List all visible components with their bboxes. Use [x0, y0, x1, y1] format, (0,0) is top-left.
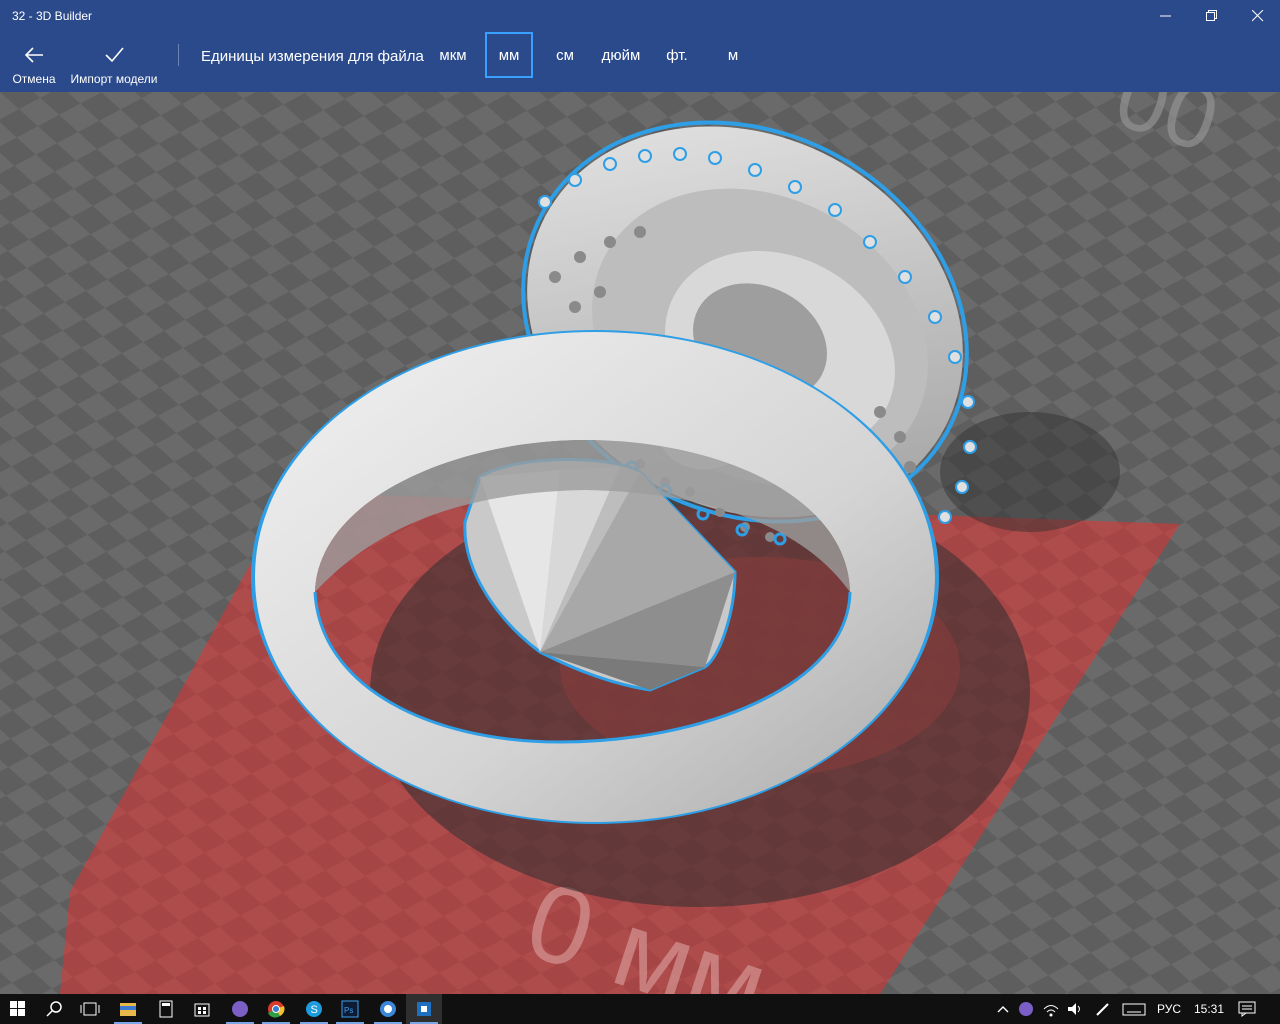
unit-micrometer-button[interactable]: мкм	[430, 32, 476, 78]
photoshop-icon: Ps	[341, 1000, 359, 1018]
3d-builder-taskbar-button[interactable]	[406, 994, 442, 1024]
minimize-icon	[1160, 15, 1171, 17]
file-explorer-icon	[120, 1003, 136, 1016]
store-button[interactable]	[184, 994, 220, 1024]
3d-viewport[interactable]: 0 мм 00	[0, 92, 1280, 994]
close-icon	[1252, 10, 1264, 22]
calculator-icon	[159, 1000, 173, 1018]
back-arrow-icon	[24, 47, 43, 63]
unit-inch-button[interactable]: дюйм	[596, 32, 646, 78]
taskbar: S Ps РУС 15:31	[0, 994, 1280, 1024]
task-view-icon	[80, 1002, 100, 1016]
unit-meter-button[interactable]: м	[718, 32, 748, 78]
wheel-shadow	[940, 412, 1120, 532]
wifi-icon[interactable]	[1042, 1001, 1060, 1017]
units-label: Единицы измерения для файла	[201, 48, 424, 65]
skype-button[interactable]: S	[296, 994, 332, 1024]
3d-builder-icon	[417, 1002, 431, 1016]
photoshop-button[interactable]: Ps	[332, 994, 368, 1024]
restore-icon	[1206, 10, 1217, 21]
file-explorer-button[interactable]	[110, 994, 146, 1024]
command-bar: Отмена Импорт модели Единицы измерения д…	[0, 32, 1280, 92]
app-button[interactable]	[370, 994, 406, 1024]
svg-text:S: S	[311, 1004, 318, 1016]
unit-millimeter-button[interactable]: мм	[485, 32, 533, 78]
viber-tray-icon[interactable]	[1018, 1001, 1034, 1017]
cancel-button[interactable]: Отмена	[8, 32, 60, 92]
viber-button[interactable]	[222, 994, 258, 1024]
search-icon	[46, 1001, 62, 1017]
chevron-up-icon[interactable]	[995, 1001, 1011, 1017]
scene-canvas[interactable]: 0 мм 00	[0, 92, 1280, 994]
chrome-button[interactable]	[258, 994, 294, 1024]
import-model-button[interactable]: Импорт модели	[66, 32, 162, 92]
viber-icon	[232, 1001, 248, 1017]
keyboard-icon[interactable]	[1122, 1001, 1146, 1017]
language-indicator[interactable]: РУС	[1157, 1002, 1181, 1016]
import-model-label: Импорт модели	[70, 72, 158, 86]
start-icon	[10, 1001, 25, 1016]
store-icon	[194, 1003, 210, 1017]
minimize-button[interactable]	[1143, 0, 1189, 32]
search-button[interactable]	[36, 994, 72, 1024]
restore-button[interactable]	[1189, 0, 1235, 32]
calculator-button[interactable]	[148, 994, 184, 1024]
close-button[interactable]	[1235, 0, 1280, 32]
cancel-label: Отмена	[12, 72, 56, 86]
unit-centimeter-button[interactable]: см	[545, 32, 585, 78]
pen-icon[interactable]	[1094, 1001, 1112, 1017]
clock[interactable]: 15:31	[1194, 1002, 1224, 1016]
title-bar: 32 - 3D Builder	[0, 0, 1280, 32]
toolbar-separator	[178, 44, 179, 66]
notifications-icon[interactable]	[1238, 1001, 1256, 1017]
volume-icon[interactable]	[1066, 1001, 1084, 1017]
window-title: 32 - 3D Builder	[12, 9, 93, 23]
unit-foot-button[interactable]: фт.	[660, 32, 694, 78]
task-view-button[interactable]	[72, 994, 108, 1024]
skype-icon: S	[306, 1001, 322, 1017]
app-icon	[380, 1001, 396, 1017]
checkmark-icon	[105, 47, 124, 63]
chrome-icon	[268, 1001, 285, 1018]
svg-text:Ps: Ps	[344, 1006, 353, 1015]
start-button[interactable]	[0, 994, 36, 1024]
